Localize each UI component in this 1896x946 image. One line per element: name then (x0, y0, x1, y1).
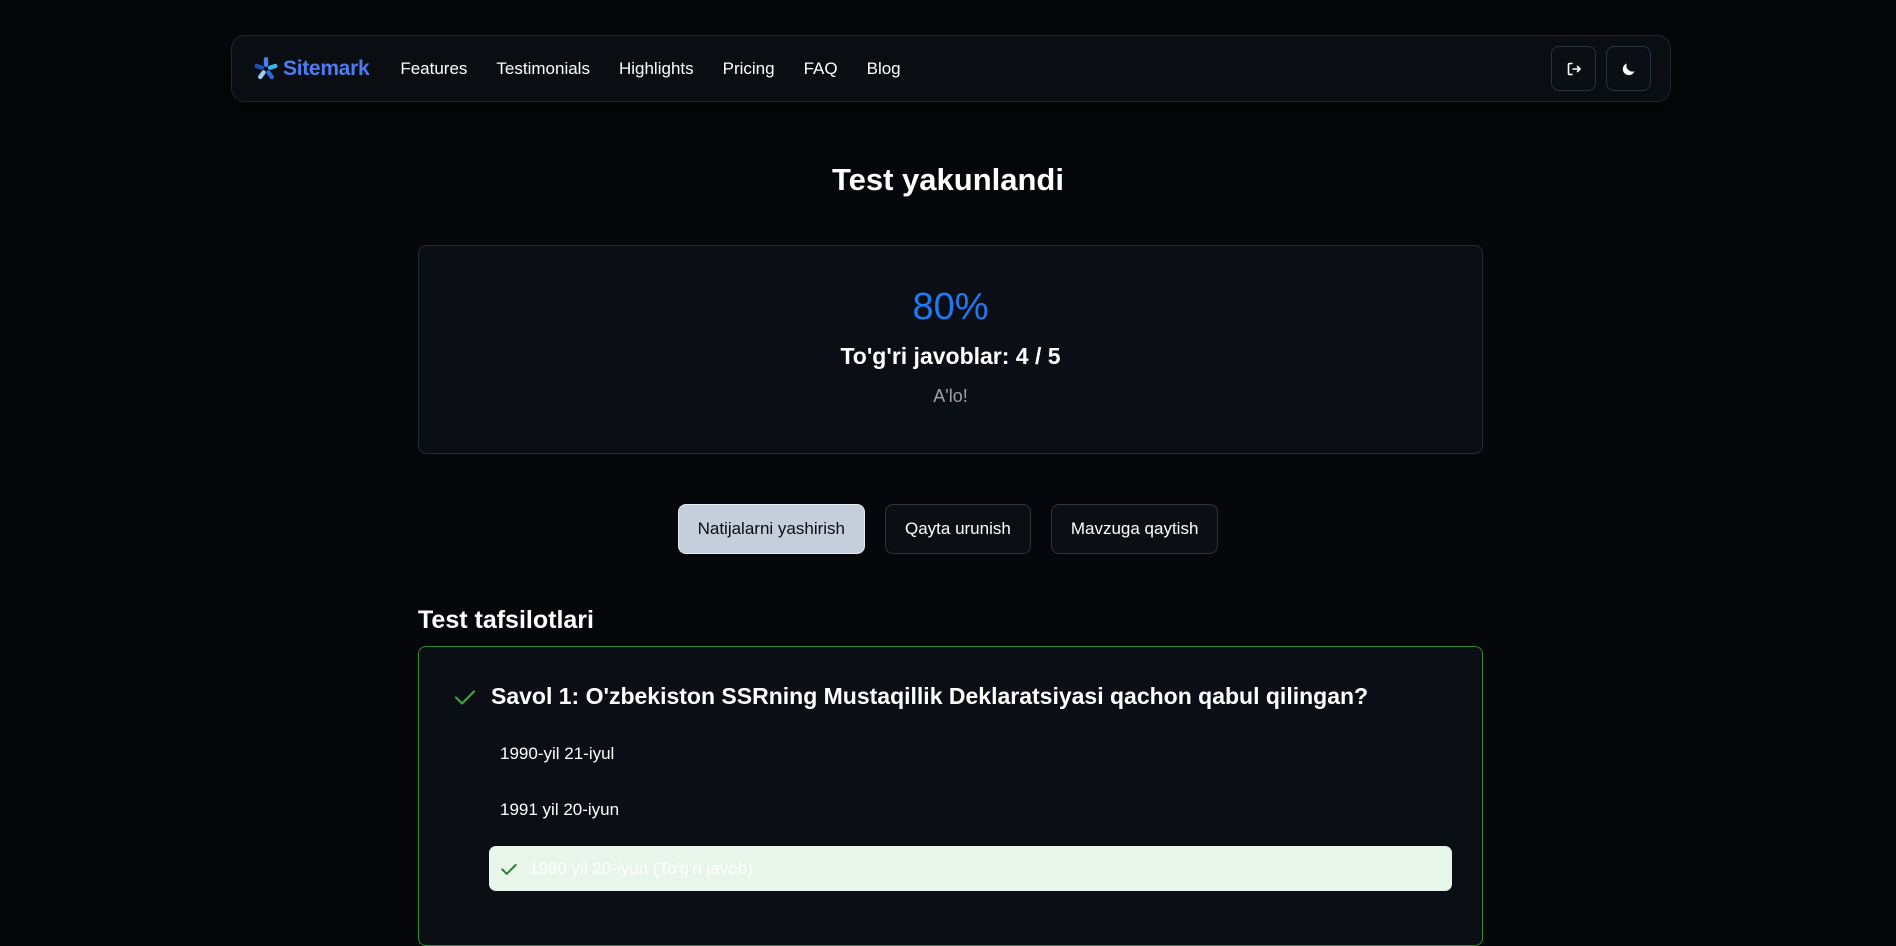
score-percent: 80% (912, 286, 989, 328)
result-actions: Natijalarni yashirish Qayta urunish Mavz… (0, 504, 1896, 554)
question-title: Savol 1: O'zbekiston SSRning Mustaqillik… (491, 683, 1369, 709)
nav-link-faq[interactable]: FAQ (804, 59, 838, 79)
score-card: 80% To'g'ri javoblar: 4 / 5 A'lo! (418, 245, 1483, 454)
answer-option-text: 1990-yil 21-iyul (500, 743, 615, 763)
correct-check-icon (454, 689, 476, 705)
nav-link-pricing[interactable]: Pricing (723, 59, 775, 79)
page-title: Test yakunlandi (832, 162, 1064, 197)
retry-button[interactable]: Qayta urunish (884, 504, 1031, 554)
nav-actions (1541, 46, 1651, 91)
correct-answers-count: To'g'ri javoblar: 4 / 5 (840, 343, 1061, 369)
hide-results-button[interactable]: Natijalarni yashirish (677, 504, 865, 554)
nav-links: Features Testimonials Highlights Pricing… (400, 59, 929, 79)
nav-link-highlights[interactable]: Highlights (619, 59, 694, 79)
answer-option-text: 1990 yil 20-iyun (To'g'ri javob) (529, 858, 753, 878)
brand-logo[interactable]: Sitemark (252, 55, 370, 83)
answer-option-correct: 1990 yil 20-iyun (To'g'ri javob) (489, 846, 1452, 891)
brand-name: Sitemark (283, 56, 370, 80)
correct-check-icon (501, 863, 517, 875)
top-navbar: Sitemark Features Testimonials Highlight… (231, 35, 1671, 102)
question-header: Savol 1: O'zbekiston SSRning Mustaqillik… (453, 683, 1368, 710)
sitemark-logo-icon (254, 56, 278, 79)
grade-label: A'lo! (933, 386, 968, 406)
nav-link-blog[interactable]: Blog (867, 59, 901, 79)
theme-toggle-button[interactable] (1606, 46, 1651, 91)
answer-option: 1990-yil 21-iyul (489, 731, 1452, 776)
logout-button[interactable] (1551, 46, 1596, 91)
moon-icon (1622, 63, 1634, 75)
answer-option-text: 1991 yil 20-iyun (500, 799, 620, 819)
answer-option: 1991 yil 20-iyun (489, 787, 1452, 832)
nav-link-features[interactable]: Features (400, 59, 467, 79)
nav-link-testimonials[interactable]: Testimonials (496, 59, 590, 79)
back-to-topic-button[interactable]: Mavzuga qaytish (1050, 504, 1219, 554)
question-card: Savol 1: O'zbekiston SSRning Mustaqillik… (418, 646, 1483, 946)
logout-icon (1567, 62, 1581, 75)
test-details-title: Test tafsilotlari (418, 606, 594, 634)
